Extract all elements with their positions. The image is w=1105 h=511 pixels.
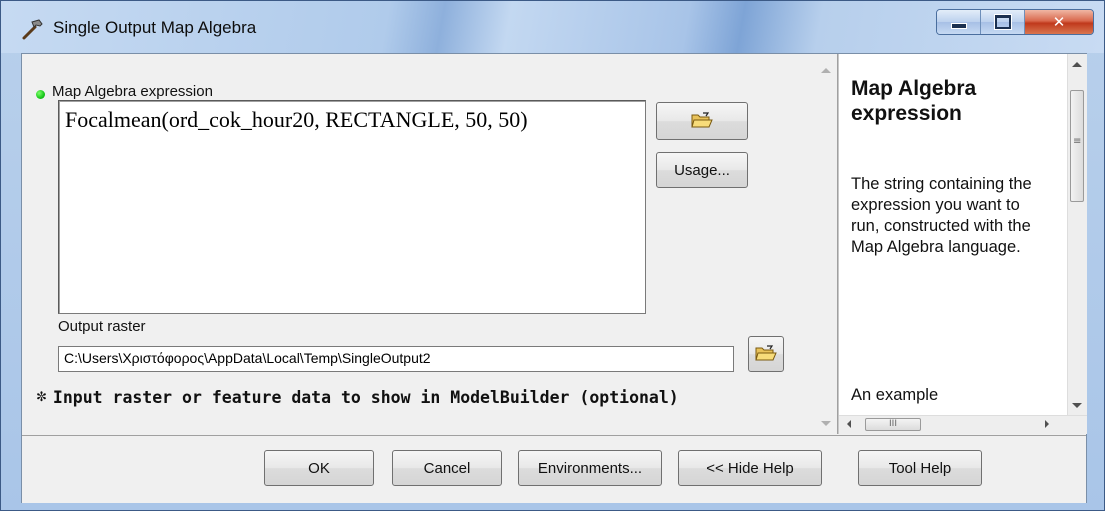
scroll-left-icon — [847, 420, 851, 428]
scroll-up-icon — [1072, 62, 1082, 67]
minimize-icon — [950, 23, 967, 29]
window-title: Single Output Map Algebra — [53, 18, 257, 37]
cancel-button[interactable]: Cancel — [392, 450, 502, 486]
help-title: Map Algebra expression — [851, 77, 977, 125]
browse-expression-button[interactable] — [656, 102, 748, 140]
maximize-icon — [994, 15, 1011, 29]
usage-button[interactable]: Usage... — [656, 152, 748, 188]
maximize-button[interactable] — [981, 10, 1025, 34]
browse-output-button[interactable] — [748, 336, 784, 372]
dialog-client-area: Map Algebra expression Focalmean(ord_cok… — [21, 53, 1087, 503]
environments-button[interactable]: Environments... — [518, 450, 662, 486]
close-button[interactable]: ✕ — [1025, 10, 1093, 34]
scroll-down-icon — [1072, 403, 1082, 408]
hammer-icon — [22, 19, 43, 40]
expression-label: Map Algebra expression — [52, 83, 213, 100]
title-bar[interactable]: Single Output Map Algebra ✕ — [1, 1, 1104, 53]
caption-buttons: ✕ — [936, 9, 1094, 35]
required-indicator-icon — [36, 90, 45, 99]
close-icon: ✕ — [1052, 13, 1066, 31]
help-body: The string containing the expression you… — [851, 175, 1032, 256]
scroll-right-icon — [1045, 420, 1049, 428]
scroll-down-icon — [821, 421, 831, 426]
optional-section-toggle[interactable]: ✼ Input raster or feature data to show i… — [36, 388, 679, 407]
expression-value: Focalmean(ord_cok_hour20, RECTANGLE, 50,… — [65, 107, 528, 132]
parameters-pane: Map Algebra expression Focalmean(ord_cok… — [22, 54, 838, 434]
parameters-scrollbar[interactable] — [817, 54, 836, 434]
hide-help-button[interactable]: << Hide Help — [678, 450, 822, 486]
optional-section-label: Input raster or feature data to show in … — [52, 388, 679, 407]
output-raster-label: Output raster — [58, 318, 146, 335]
tool-help-button[interactable]: Tool Help — [858, 450, 982, 486]
dialog-footer: OK Cancel Environments... << Hide Help T… — [22, 435, 1086, 503]
expression-textarea[interactable]: Focalmean(ord_cok_hour20, RECTANGLE, 50,… — [58, 100, 646, 314]
help-example-text: An example — [851, 386, 939, 404]
open-folder-icon — [755, 345, 777, 361]
open-folder-icon — [691, 112, 713, 128]
output-raster-field[interactable]: C:\Users\Χριστόφορος\AppData\Local\Temp\… — [58, 346, 734, 372]
help-vertical-scrollbar[interactable]: ≡ — [1067, 54, 1087, 416]
double-chevron-down-icon: ✼ — [36, 390, 47, 405]
minimize-button[interactable] — [937, 10, 981, 34]
scroll-thumb[interactable]: III — [865, 418, 921, 431]
grip-icon: ≡ — [1073, 136, 1082, 147]
scroll-up-icon — [821, 68, 831, 73]
dialog-window: Single Output Map Algebra ✕ Map Algebra … — [0, 0, 1105, 511]
help-horizontal-scrollbar[interactable]: III — [839, 415, 1087, 434]
ok-button[interactable]: OK — [264, 450, 374, 486]
help-pane: Map Algebra expression The string contai… — [838, 54, 1087, 434]
